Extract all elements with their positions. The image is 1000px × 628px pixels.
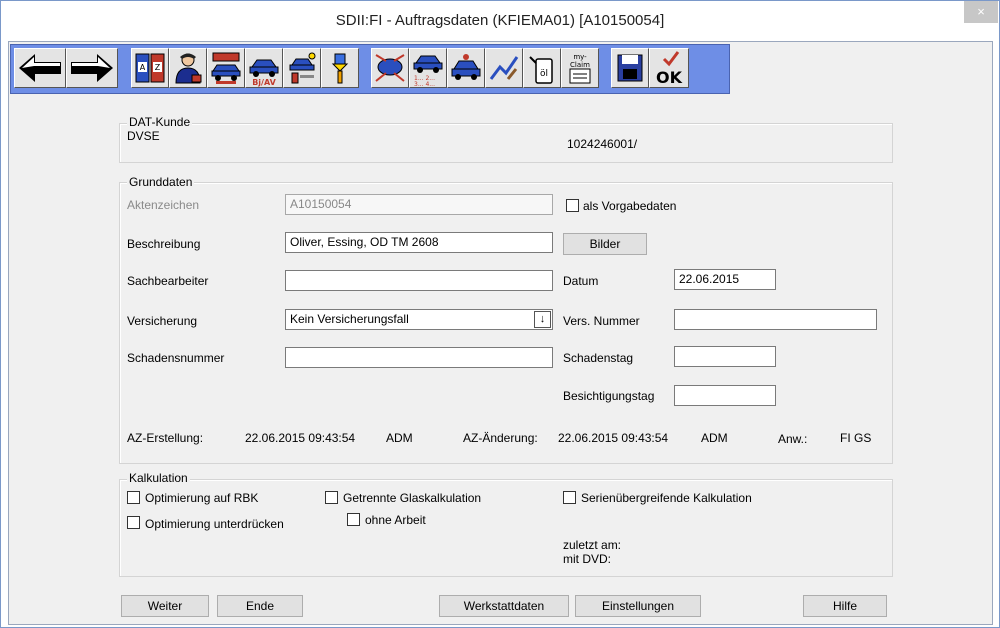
chart-hammer-button[interactable] xyxy=(485,48,523,88)
hilfe-button[interactable]: Hilfe xyxy=(803,595,887,617)
svg-text:A: A xyxy=(140,63,146,72)
myclaim-button[interactable]: my- Claim xyxy=(561,48,599,88)
car-bjav-button[interactable]: Bj/AV xyxy=(245,48,283,88)
serien-label: Serienübergreifende Kalkulation xyxy=(581,491,752,505)
forward-arrow-icon xyxy=(71,54,113,82)
werkstattdaten-button[interactable]: Werkstattdaten xyxy=(439,595,569,617)
dat-kunde-label: DAT-Kunde xyxy=(127,115,193,129)
car-list-icon: 1... 2... 3... 4... xyxy=(413,55,443,87)
paint-gun-button[interactable] xyxy=(321,48,359,88)
schadenstag-field[interactable] xyxy=(674,346,776,367)
oil-can-button[interactable]: öl xyxy=(523,48,561,88)
az-erstellung-label: AZ-Erstellung: xyxy=(127,431,204,445)
paint-gun-icon xyxy=(331,53,349,84)
aktenzeichen-label: Aktenzeichen xyxy=(127,198,200,212)
binders-button[interactable]: A Z xyxy=(131,48,169,88)
close-button[interactable]: × xyxy=(964,1,998,23)
vorgabedaten-checkbox[interactable] xyxy=(566,199,579,212)
vers-nummer-field[interactable] xyxy=(674,309,877,330)
schadensnummer-label: Schadensnummer xyxy=(127,351,225,365)
az-aenderung-value: 22.06.2015 09:43:54 xyxy=(558,431,669,445)
az-erstellung-user: ADM xyxy=(386,431,413,445)
dat-kunde-name: DVSE xyxy=(127,129,160,143)
save-icon xyxy=(617,54,643,82)
mit-dvd-label: mit DVD: xyxy=(563,552,611,566)
versicherung-value: Kein Versicherungsfall xyxy=(290,312,409,326)
weiter-button[interactable]: Weiter xyxy=(121,595,209,617)
bilder-button[interactable]: Bilder xyxy=(563,233,647,255)
anw-value: FI GS xyxy=(840,431,872,445)
svg-text:my-: my- xyxy=(573,53,587,61)
ok-button[interactable]: OK xyxy=(649,48,689,88)
car-bjav-icon: Bj/AV xyxy=(249,59,279,87)
opt-rbk-label: Optimierung auf RBK xyxy=(145,491,259,505)
window-title: SDII:FI - Auftragsdaten (KFIEMA01) [A101… xyxy=(335,12,665,29)
title-bar: SDII:FI - Auftragsdaten (KFIEMA01) [A101… xyxy=(1,1,999,41)
einstellungen-button[interactable]: Einstellungen xyxy=(575,595,701,617)
svg-text:OK: OK xyxy=(656,68,683,87)
beschreibung-label: Beschreibung xyxy=(127,237,201,251)
back-button[interactable] xyxy=(14,48,66,88)
car-lift-button[interactable] xyxy=(283,48,321,88)
opt-unterdruecken-label: Optimierung unterdrücken xyxy=(145,517,284,531)
besichtigungstag-field[interactable] xyxy=(674,385,776,406)
beschreibung-field[interactable]: Oliver, Essing, OD TM 2608 xyxy=(285,232,553,253)
dropdown-arrow-icon[interactable]: ↓ xyxy=(534,311,551,328)
ende-button[interactable]: Ende xyxy=(217,595,303,617)
aktenzeichen-field: A10150054 xyxy=(285,194,553,215)
serien-checkbox[interactable] xyxy=(563,491,576,504)
svg-text:öl: öl xyxy=(540,69,548,79)
vers-nummer-label: Vers. Nummer xyxy=(563,314,640,328)
sachbearbeiter-field[interactable] xyxy=(285,270,553,291)
datum-field[interactable]: 22.06.2015 xyxy=(674,269,776,290)
car-damage-button[interactable] xyxy=(447,48,485,88)
person-icon xyxy=(175,53,202,84)
schadenstag-label: Schadenstag xyxy=(563,351,634,365)
binders-icon: A Z xyxy=(135,53,165,83)
zuletzt-am-label: zuletzt am: xyxy=(563,538,622,552)
toolbar: A Z Bj/AV 1... 2... 3... 4... öl my- Cla… xyxy=(10,44,730,94)
schadensnummer-field[interactable] xyxy=(285,347,553,368)
parts-diagram-button[interactable] xyxy=(371,48,409,88)
sachbearbeiter-label: Sachbearbeiter xyxy=(127,274,209,288)
main-window: SDII:FI - Auftragsdaten (KFIEMA01) [A101… xyxy=(0,0,1000,628)
person-button[interactable] xyxy=(169,48,207,88)
back-arrow-icon xyxy=(19,54,61,82)
car-lift-icon xyxy=(289,52,316,84)
besichtigungstag-label: Besichtigungstag xyxy=(563,389,655,403)
svg-text:Z: Z xyxy=(155,63,161,72)
car-damage-icon xyxy=(451,54,481,80)
datum-label: Datum xyxy=(563,274,599,288)
svg-text:3... 4...: 3... 4... xyxy=(414,81,435,87)
dat-kunde-number: 1024246001/ xyxy=(567,137,638,151)
vehicles-button[interactable] xyxy=(207,48,245,88)
opt-unterdruecken-checkbox[interactable] xyxy=(127,516,140,529)
grunddaten-label: Grunddaten xyxy=(127,175,195,189)
opt-rbk-checkbox[interactable] xyxy=(127,491,140,504)
ohne-arbeit-checkbox[interactable] xyxy=(347,513,360,526)
chart-hammer-icon xyxy=(489,56,519,80)
anw-label: Anw.: xyxy=(778,432,808,446)
az-aenderung-user: ADM xyxy=(701,431,728,445)
myclaim-icon: my- Claim xyxy=(569,53,591,84)
svg-text:Claim: Claim xyxy=(570,61,590,69)
az-erstellung-value: 22.06.2015 09:43:54 xyxy=(245,431,356,445)
car-list-button[interactable]: 1... 2... 3... 4... xyxy=(409,48,447,88)
getrennte-glas-checkbox[interactable] xyxy=(325,491,338,504)
getrennte-glas-label: Getrennte Glaskalkulation xyxy=(343,491,482,505)
oil-can-icon: öl xyxy=(529,56,553,84)
ok-icon: OK xyxy=(656,51,683,87)
forward-button[interactable] xyxy=(66,48,118,88)
versicherung-label: Versicherung xyxy=(127,314,198,328)
vorgabedaten-label: als Vorgabedaten xyxy=(583,199,677,213)
dat-kunde-group xyxy=(119,123,893,163)
svg-text:Bj/AV: Bj/AV xyxy=(252,78,276,87)
ohne-arbeit-label: ohne Arbeit xyxy=(365,513,426,527)
kalkulation-label: Kalkulation xyxy=(127,471,190,485)
vehicles-icon xyxy=(211,52,241,84)
az-aenderung-label: AZ-Änderung: xyxy=(463,431,538,445)
versicherung-select[interactable]: Kein Versicherungsfall xyxy=(285,309,553,330)
save-button[interactable] xyxy=(611,48,649,88)
parts-diagram-icon xyxy=(375,54,405,82)
